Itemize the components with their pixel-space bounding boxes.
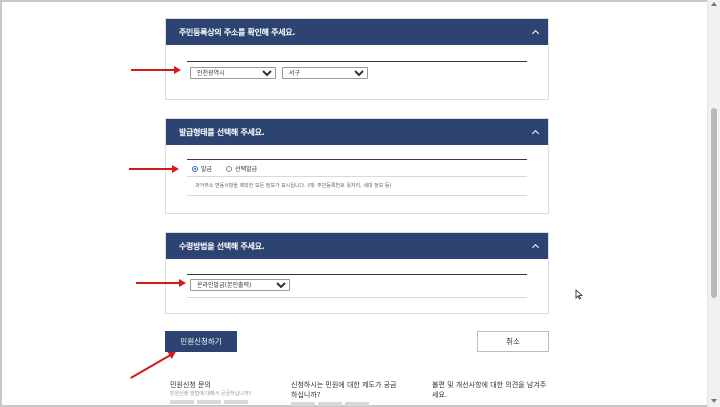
radio-selective-issue[interactable] [226, 165, 233, 172]
receipt-method-section-header[interactable]: 수령방법을 선택해 주세요. [166, 233, 548, 259]
info-feedback-title: 불편 및 개선사항에 대한 의견을 남겨주세요. [432, 381, 547, 399]
divider [187, 176, 527, 177]
info-inquiry-clipped [170, 400, 280, 404]
receipt-method-section: 수령방법을 선택해 주세요. 온라인발급(본인출력) [165, 232, 549, 314]
annotation-arrow [136, 279, 186, 287]
address-section-body: 인천광역시 서구 [166, 45, 548, 101]
cancel-button[interactable]: 취소 [477, 331, 549, 352]
address-section: 주민등록상의 주소를 확인해 주세요. 인천광역시 서구 [165, 18, 549, 100]
chevron-up-icon[interactable] [531, 28, 540, 37]
radio-issue[interactable] [192, 165, 198, 172]
receipt-method-section-body: 온라인발급(본인출력) [166, 259, 548, 315]
receipt-method-select[interactable]: 온라인발급(본인출력) [190, 279, 290, 291]
issue-type-radio-group: 발급 선택발급 [192, 164, 271, 173]
apply-button[interactable]: 민원신청하기 [165, 331, 237, 352]
info-inquiry-sub: 민원신청 방법에 대해서 궁금하십니까? [170, 391, 252, 397]
section-line [187, 159, 527, 160]
chevron-up-icon[interactable] [531, 242, 540, 251]
city-select[interactable]: 인천광역시 [190, 67, 276, 79]
annotation-arrow [131, 66, 181, 74]
scroll-down-icon[interactable] [711, 399, 717, 403]
issue-type-section-header[interactable]: 발급형태를 선택해 주세요. [166, 119, 548, 145]
divider [187, 297, 527, 298]
issue-type-section-body: 발급 선택발급 과거주소 변동사항을 제외한 모든 정보가 표시됩니다. (예:… [166, 145, 548, 215]
info-policy-title: 신청하시는 민원에 대한 제도가 궁금하십니까? [291, 381, 397, 399]
info-inquiry-title: 민원신청 문의 [170, 381, 211, 389]
radio-selective-issue-label[interactable]: 선택발급 [235, 164, 257, 173]
mouse-cursor-icon [575, 289, 583, 300]
annotation-arrow [130, 352, 175, 379]
info-policy-clipped [291, 402, 401, 406]
window-frame-top [0, 0, 720, 2]
info-column-policy: 신청하시는 민원에 대한 제도가 궁금하십니까? [291, 380, 401, 406]
issue-type-section-title: 발급형태를 선택해 주세요. [179, 127, 265, 137]
scroll-thumb[interactable] [711, 108, 717, 298]
section-line [187, 274, 527, 275]
info-column-feedback: 불편 및 개선사항에 대한 의견을 남겨주세요. [432, 380, 552, 400]
receipt-method-section-title: 수령방법을 선택해 주세요. [179, 241, 265, 251]
divider [187, 195, 527, 196]
radio-issue-label[interactable]: 발급 [201, 164, 212, 173]
section-line [187, 61, 527, 62]
scroll-up-icon[interactable] [711, 2, 717, 6]
annotation-arrow [129, 165, 179, 173]
issue-type-section: 발급형태를 선택해 주세요. 발급 선택발급 과거주소 변동사항을 제외한 모든… [165, 118, 549, 214]
district-select[interactable]: 서구 [282, 67, 368, 79]
issue-type-note: 과거주소 변동사항을 제외한 모든 정보가 표시됩니다. (예: 주민등록번호 … [195, 183, 392, 189]
address-section-header[interactable]: 주민등록상의 주소를 확인해 주세요. [166, 19, 548, 45]
chevron-up-icon[interactable] [531, 128, 540, 137]
info-column-inquiry: 민원신청 문의 민원신청 방법에 대해서 궁금하십니까? [170, 380, 280, 404]
vertical-scrollbar[interactable] [707, 0, 720, 407]
window-frame-left [0, 0, 2, 407]
address-section-title: 주민등록상의 주소를 확인해 주세요. [179, 27, 296, 37]
